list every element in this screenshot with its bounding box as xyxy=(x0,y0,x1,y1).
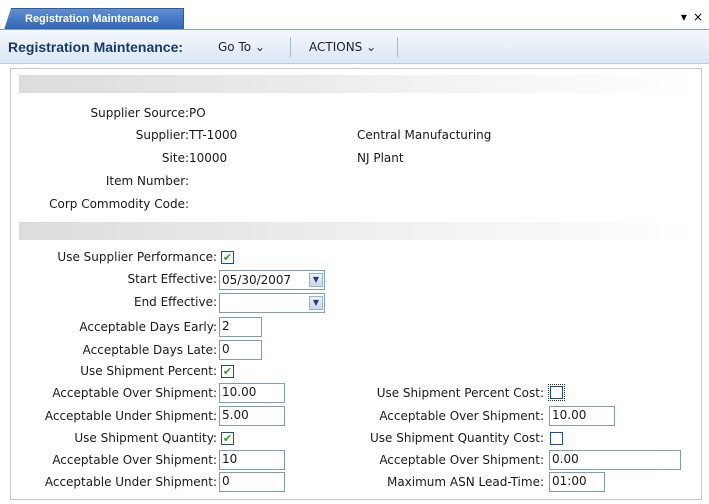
qty-over-shipment-label: Acceptable Over Shipment: xyxy=(52,453,217,467)
start-effective-date[interactable]: 05/30/2007 ▼ xyxy=(219,270,325,290)
qty-over-shipment-input[interactable]: 10 xyxy=(219,450,285,470)
qty-cost-over-shipment-label: Acceptable Over Shipment: xyxy=(379,453,544,467)
pct-over-shipment-label: Acceptable Over Shipment: xyxy=(52,386,217,400)
supplier-description: Central Manufacturing xyxy=(357,128,492,142)
end-effective-date[interactable]: ▼ xyxy=(219,293,325,313)
days-late-label: Acceptable Days Late: xyxy=(82,343,217,357)
section-header-band xyxy=(19,222,695,240)
site-value: 10000 xyxy=(189,151,228,165)
days-early-input[interactable]: 2 xyxy=(219,317,262,337)
corp-commodity-code-label: Corp Commodity Code: xyxy=(49,197,189,211)
menu-dropdown-icon[interactable]: ▾ xyxy=(681,10,687,24)
end-effective-label: End Effective: xyxy=(133,295,217,309)
supplier-label: Supplier: xyxy=(135,128,189,142)
use-shipment-quantity-label: Use Shipment Quantity: xyxy=(74,431,217,445)
pct-under-shipment-label: Acceptable Under Shipment: xyxy=(44,409,217,423)
days-early-label: Acceptable Days Early: xyxy=(79,320,217,334)
supplier-value: TT-1000 xyxy=(189,128,238,142)
check-icon: ✔ xyxy=(222,432,233,445)
pct-over-shipment-input[interactable]: 10.00 xyxy=(219,383,285,403)
goto-menu[interactable]: Go To ⌄ xyxy=(218,40,265,54)
page-title: Registration Maintenance: xyxy=(8,39,184,55)
qty-under-shipment-input[interactable]: 0 xyxy=(219,472,285,492)
window-controls: ▾ × xyxy=(681,10,703,24)
supplier-source-label: Supplier Source: xyxy=(90,106,189,120)
max-asn-lead-time-label: Maximum ASN Lead-Time: xyxy=(386,475,544,489)
site-label: Site: xyxy=(161,151,189,165)
qty-under-shipment-label: Acceptable Under Shipment: xyxy=(44,475,217,489)
pct-cost-over-shipment-label: Acceptable Over Shipment: xyxy=(379,409,544,423)
actions-menu[interactable]: ACTIONS ⌄ xyxy=(309,40,376,54)
use-shipment-percent-cost-checkbox[interactable] xyxy=(548,384,565,401)
site-description: NJ Plant xyxy=(357,151,404,165)
qty-cost-over-shipment-input[interactable]: 0.00 xyxy=(549,450,681,470)
check-icon: ✔ xyxy=(222,251,233,264)
calendar-dropdown-icon[interactable]: ▼ xyxy=(309,273,323,287)
pct-cost-over-shipment-input[interactable]: 10.00 xyxy=(549,406,615,426)
section-header-band xyxy=(19,75,695,93)
pct-under-shipment-input[interactable]: 5.00 xyxy=(219,406,285,426)
use-supplier-performance-checkbox[interactable]: ✔ xyxy=(221,251,234,264)
item-number-label: Item Number: xyxy=(105,174,189,188)
supplier-source-value: PO xyxy=(189,106,206,120)
use-supplier-performance-label: Use Supplier Performance: xyxy=(57,250,217,264)
use-shipment-percent-cost-label: Use Shipment Percent Cost: xyxy=(376,386,544,400)
use-shipment-percent-label: Use Shipment Percent: xyxy=(80,364,217,378)
toolbar-separator xyxy=(397,37,398,57)
use-shipment-percent-checkbox[interactable]: ✔ xyxy=(221,365,234,378)
toolbar-separator xyxy=(290,37,291,57)
days-late-input[interactable]: 0 xyxy=(219,340,262,360)
calendar-dropdown-icon[interactable]: ▼ xyxy=(309,296,323,310)
tab-bar: Registration Maintenance ▾ × xyxy=(0,0,709,30)
use-shipment-quantity-cost-label: Use Shipment Quantity Cost: xyxy=(370,431,544,445)
start-effective-label: Start Effective: xyxy=(127,272,217,286)
check-icon: ✔ xyxy=(222,365,233,378)
toolbar: Registration Maintenance: Go To ⌄ ACTION… xyxy=(0,30,709,64)
close-icon[interactable]: × xyxy=(693,10,703,24)
tab-registration-maintenance[interactable]: Registration Maintenance xyxy=(4,8,184,30)
use-shipment-quantity-cost-checkbox[interactable] xyxy=(550,432,563,445)
start-effective-value: 05/30/2007 xyxy=(222,273,292,287)
form-panel: Supplier Source: PO Supplier: TT-1000 Ce… xyxy=(10,68,702,500)
max-asn-lead-time-input[interactable]: 01:00 xyxy=(549,472,605,492)
use-shipment-quantity-checkbox[interactable]: ✔ xyxy=(221,432,234,445)
